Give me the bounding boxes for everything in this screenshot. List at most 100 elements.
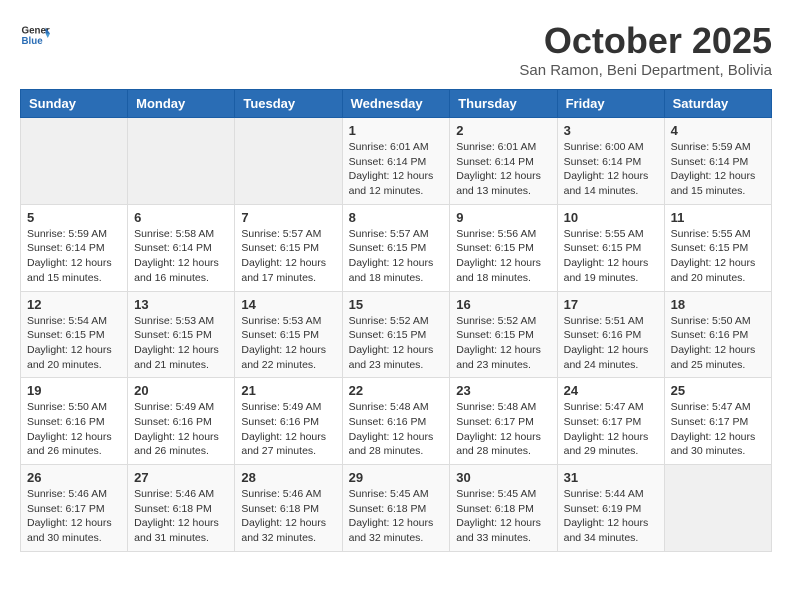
title-area: October 2025 San Ramon, Beni Department,… xyxy=(519,20,772,79)
calendar-cell: 7 Sunrise: 5:57 AM Sunset: 6:15 PM Daylig… xyxy=(235,204,342,291)
calendar-cell: 26 Sunrise: 5:46 AM Sunset: 6:17 PM Dayli… xyxy=(21,465,128,552)
day-info: Sunrise: 5:52 AM Sunset: 6:15 PM Dayligh… xyxy=(349,314,444,373)
calendar-cell: 29 Sunrise: 5:45 AM Sunset: 6:18 PM Dayli… xyxy=(342,465,450,552)
day-info: Sunrise: 5:58 AM Sunset: 6:14 PM Dayligh… xyxy=(134,227,228,286)
day-info: Sunrise: 5:46 AM Sunset: 6:18 PM Dayligh… xyxy=(241,487,335,546)
day-number: 5 xyxy=(27,210,121,225)
calendar-cell: 4 Sunrise: 5:59 AM Sunset: 6:14 PM Daylig… xyxy=(664,118,771,205)
calendar-cell: 3 Sunrise: 6:00 AM Sunset: 6:14 PM Daylig… xyxy=(557,118,664,205)
day-info: Sunrise: 5:51 AM Sunset: 6:16 PM Dayligh… xyxy=(564,314,658,373)
calendar-cell: 19 Sunrise: 5:50 AM Sunset: 6:16 PM Dayli… xyxy=(21,378,128,465)
day-info: Sunrise: 5:46 AM Sunset: 6:17 PM Dayligh… xyxy=(27,487,121,546)
calendar-cell: 17 Sunrise: 5:51 AM Sunset: 6:16 PM Dayli… xyxy=(557,291,664,378)
weekday-header-friday: Friday xyxy=(557,90,664,118)
page-header: General Blue October 2025 San Ramon, Ben… xyxy=(20,20,772,79)
day-number: 18 xyxy=(671,297,765,312)
day-number: 23 xyxy=(456,383,550,398)
day-number: 7 xyxy=(241,210,335,225)
day-info: Sunrise: 5:53 AM Sunset: 6:15 PM Dayligh… xyxy=(241,314,335,373)
calendar-cell: 21Sunrise: 5:49 AM Sunset: 6:16 PM Dayli… xyxy=(235,378,342,465)
day-number: 30 xyxy=(456,470,550,485)
calendar-cell: 23 Sunrise: 5:48 AM Sunset: 6:17 PM Dayli… xyxy=(450,378,557,465)
day-number: 22 xyxy=(349,383,444,398)
calendar-table: SundayMondayTuesdayWednesdayThursdayFrid… xyxy=(20,89,772,552)
day-info: Sunrise: 5:57 AM Sunset: 6:15 PM Dayligh… xyxy=(349,227,444,286)
location-title: San Ramon, Beni Department, Bolivia xyxy=(519,62,772,79)
weekday-header-wednesday: Wednesday xyxy=(342,90,450,118)
calendar-cell: 2 Sunrise: 6:01 AM Sunset: 6:14 PM Daylig… xyxy=(450,118,557,205)
day-number: 26 xyxy=(27,470,121,485)
calendar-cell: 28 Sunrise: 5:46 AM Sunset: 6:18 PM Dayli… xyxy=(235,465,342,552)
calendar-cell: 31Sunrise: 5:44 AM Sunset: 6:19 PM Dayli… xyxy=(557,465,664,552)
calendar-cell: 27 Sunrise: 5:46 AM Sunset: 6:18 PM Dayli… xyxy=(128,465,235,552)
calendar-cell: 13Sunrise: 5:53 AM Sunset: 6:15 PM Dayli… xyxy=(128,291,235,378)
weekday-header-thursday: Thursday xyxy=(450,90,557,118)
day-number: 25 xyxy=(671,383,765,398)
logo: General Blue xyxy=(20,20,50,50)
calendar-cell: 20Sunrise: 5:49 AM Sunset: 6:16 PM Dayli… xyxy=(128,378,235,465)
day-number: 2 xyxy=(456,123,550,138)
calendar-cell: 30Sunrise: 5:45 AM Sunset: 6:18 PM Dayli… xyxy=(450,465,557,552)
day-number: 15 xyxy=(349,297,444,312)
day-info: Sunrise: 5:59 AM Sunset: 6:14 PM Dayligh… xyxy=(27,227,121,286)
logo-icon: General Blue xyxy=(20,20,50,50)
weekday-header-row: SundayMondayTuesdayWednesdayThursdayFrid… xyxy=(21,90,772,118)
day-number: 20 xyxy=(134,383,228,398)
day-info: Sunrise: 5:57 AM Sunset: 6:15 PM Dayligh… xyxy=(241,227,335,286)
day-number: 24 xyxy=(564,383,658,398)
day-info: Sunrise: 6:01 AM Sunset: 6:14 PM Dayligh… xyxy=(349,140,444,199)
day-info: Sunrise: 6:01 AM Sunset: 6:14 PM Dayligh… xyxy=(456,140,550,199)
weekday-header-tuesday: Tuesday xyxy=(235,90,342,118)
day-info: Sunrise: 6:00 AM Sunset: 6:14 PM Dayligh… xyxy=(564,140,658,199)
day-info: Sunrise: 5:56 AM Sunset: 6:15 PM Dayligh… xyxy=(456,227,550,286)
month-title: October 2025 xyxy=(519,20,772,62)
day-info: Sunrise: 5:55 AM Sunset: 6:15 PM Dayligh… xyxy=(564,227,658,286)
week-row-2: 5 Sunrise: 5:59 AM Sunset: 6:14 PM Daylig… xyxy=(21,204,772,291)
day-info: Sunrise: 5:50 AM Sunset: 6:16 PM Dayligh… xyxy=(671,314,765,373)
day-info: Sunrise: 5:47 AM Sunset: 6:17 PM Dayligh… xyxy=(564,400,658,459)
calendar-cell: 25 Sunrise: 5:47 AM Sunset: 6:17 PM Dayli… xyxy=(664,378,771,465)
calendar-cell xyxy=(21,118,128,205)
calendar-cell: 11 Sunrise: 5:55 AM Sunset: 6:15 PM Dayli… xyxy=(664,204,771,291)
calendar-cell: 6 Sunrise: 5:58 AM Sunset: 6:14 PM Daylig… xyxy=(128,204,235,291)
day-info: Sunrise: 5:55 AM Sunset: 6:15 PM Dayligh… xyxy=(671,227,765,286)
day-info: Sunrise: 5:44 AM Sunset: 6:19 PM Dayligh… xyxy=(564,487,658,546)
calendar-cell: 8 Sunrise: 5:57 AM Sunset: 6:15 PM Daylig… xyxy=(342,204,450,291)
day-number: 21 xyxy=(241,383,335,398)
day-info: Sunrise: 5:45 AM Sunset: 6:18 PM Dayligh… xyxy=(349,487,444,546)
calendar-cell xyxy=(664,465,771,552)
week-row-3: 12Sunrise: 5:54 AM Sunset: 6:15 PM Dayli… xyxy=(21,291,772,378)
day-number: 9 xyxy=(456,210,550,225)
day-number: 19 xyxy=(27,383,121,398)
day-number: 1 xyxy=(349,123,444,138)
day-number: 17 xyxy=(564,297,658,312)
day-info: Sunrise: 5:52 AM Sunset: 6:15 PM Dayligh… xyxy=(456,314,550,373)
calendar-cell: 1 Sunrise: 6:01 AM Sunset: 6:14 PM Daylig… xyxy=(342,118,450,205)
day-number: 6 xyxy=(134,210,228,225)
calendar-cell: 14 Sunrise: 5:53 AM Sunset: 6:15 PM Dayli… xyxy=(235,291,342,378)
day-info: Sunrise: 5:48 AM Sunset: 6:17 PM Dayligh… xyxy=(456,400,550,459)
calendar-cell: 12Sunrise: 5:54 AM Sunset: 6:15 PM Dayli… xyxy=(21,291,128,378)
day-info: Sunrise: 5:46 AM Sunset: 6:18 PM Dayligh… xyxy=(134,487,228,546)
day-number: 12 xyxy=(27,297,121,312)
day-number: 29 xyxy=(349,470,444,485)
day-number: 3 xyxy=(564,123,658,138)
calendar-cell: 9 Sunrise: 5:56 AM Sunset: 6:15 PM Daylig… xyxy=(450,204,557,291)
calendar-cell xyxy=(128,118,235,205)
calendar-cell: 24 Sunrise: 5:47 AM Sunset: 6:17 PM Dayli… xyxy=(557,378,664,465)
day-info: Sunrise: 5:59 AM Sunset: 6:14 PM Dayligh… xyxy=(671,140,765,199)
day-number: 28 xyxy=(241,470,335,485)
calendar-cell: 18 Sunrise: 5:50 AM Sunset: 6:16 PM Dayli… xyxy=(664,291,771,378)
day-number: 8 xyxy=(349,210,444,225)
day-number: 27 xyxy=(134,470,228,485)
day-number: 11 xyxy=(671,210,765,225)
day-info: Sunrise: 5:53 AM Sunset: 6:15 PM Dayligh… xyxy=(134,314,228,373)
day-info: Sunrise: 5:47 AM Sunset: 6:17 PM Dayligh… xyxy=(671,400,765,459)
day-info: Sunrise: 5:50 AM Sunset: 6:16 PM Dayligh… xyxy=(27,400,121,459)
day-number: 16 xyxy=(456,297,550,312)
day-number: 14 xyxy=(241,297,335,312)
svg-text:Blue: Blue xyxy=(22,36,44,47)
day-number: 4 xyxy=(671,123,765,138)
calendar-cell xyxy=(235,118,342,205)
weekday-header-monday: Monday xyxy=(128,90,235,118)
